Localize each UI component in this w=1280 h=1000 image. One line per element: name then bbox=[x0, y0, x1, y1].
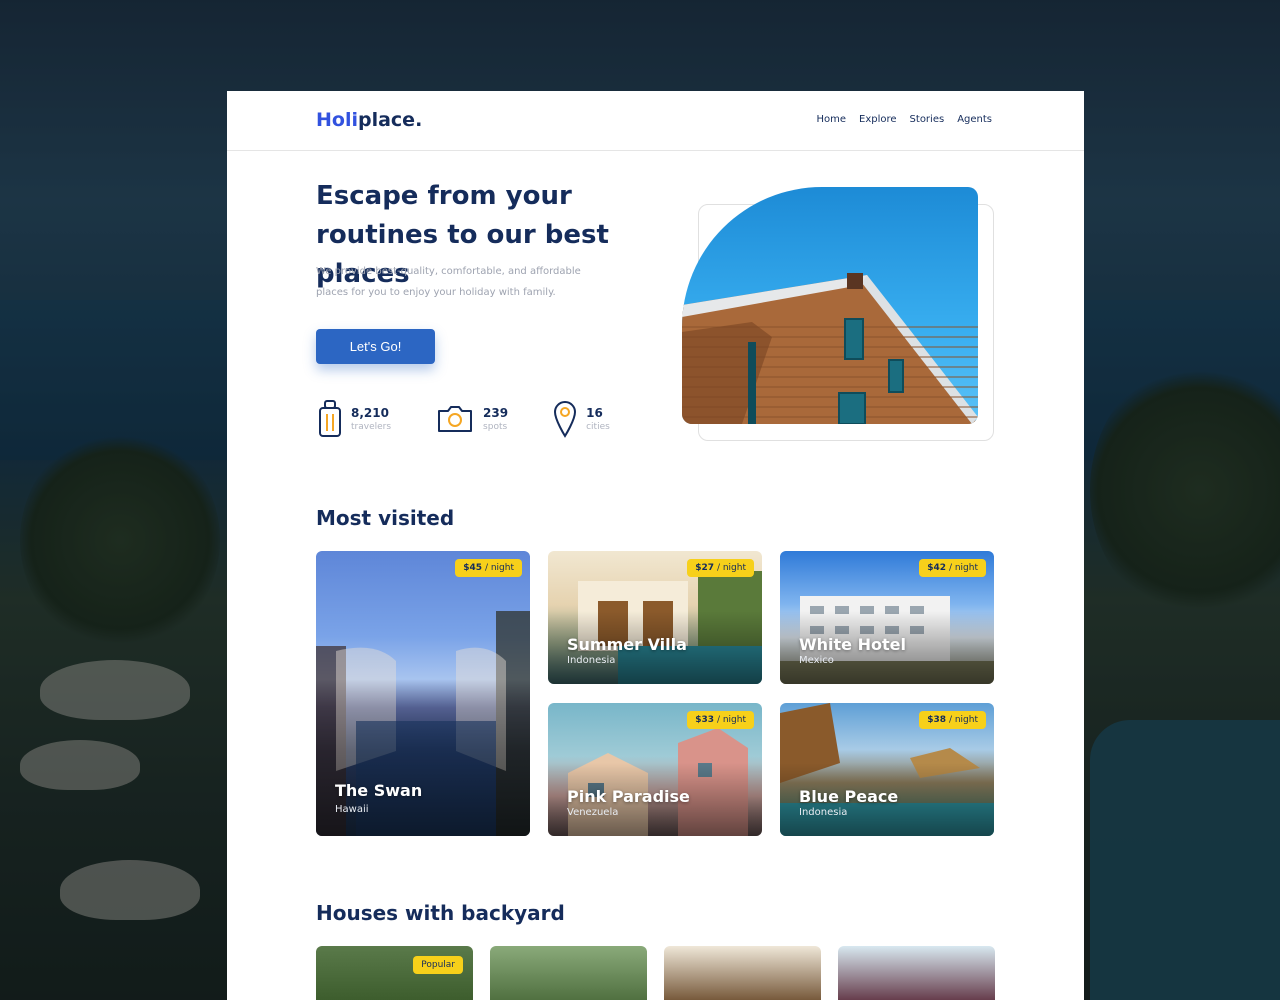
price-unit: / night bbox=[948, 563, 978, 573]
card-the-swan[interactable]: $45 / night The Swan Hawaii bbox=[316, 551, 530, 836]
card-white-hotel[interactable]: $42 / night White Hotel Mexico bbox=[780, 551, 994, 684]
nav-home[interactable]: Home bbox=[816, 114, 846, 125]
card-name: Summer Villa bbox=[567, 635, 687, 654]
card-location: Mexico bbox=[799, 655, 834, 666]
nav-stories[interactable]: Stories bbox=[910, 114, 945, 125]
house-card[interactable] bbox=[664, 946, 821, 1000]
navbar: Holiplace. Home Explore Stories Agents bbox=[227, 91, 1084, 151]
brand-logo[interactable]: Holiplace. bbox=[316, 109, 422, 131]
price-badge: $45 / night bbox=[455, 559, 522, 577]
stat-cities: 16 cities bbox=[553, 400, 610, 438]
brand-logo-part1: Holi bbox=[316, 109, 358, 131]
card-name: Blue Peace bbox=[799, 787, 899, 806]
hero-subtitle: We provide best-quality, comfortable, an… bbox=[316, 266, 581, 298]
most-visited-title: Most visited bbox=[316, 506, 455, 530]
card-summer-villa[interactable]: $27 / night Summer Villa Indonesia bbox=[548, 551, 762, 684]
price-badge: $33 / night bbox=[687, 711, 754, 729]
price-value: $27 bbox=[695, 563, 715, 573]
price-value: $38 bbox=[927, 715, 947, 725]
stat-value: 239 bbox=[483, 406, 509, 420]
price-value: $33 bbox=[695, 715, 715, 725]
stat-value: 8,210 bbox=[351, 406, 389, 420]
price-unit: / night bbox=[716, 715, 746, 725]
price-badge: $27 / night bbox=[687, 559, 754, 577]
card-name: The Swan bbox=[335, 781, 423, 800]
stat-label: spots bbox=[483, 422, 508, 432]
price-unit: / night bbox=[716, 563, 746, 573]
house-card[interactable] bbox=[490, 946, 647, 1000]
stat-spots: 239 spots bbox=[436, 400, 508, 438]
nav-explore[interactable]: Explore bbox=[859, 114, 897, 125]
stat-label: cities bbox=[586, 422, 610, 432]
landing-page: Holiplace. Home Explore Stories Agents E… bbox=[227, 91, 1084, 1000]
brand-logo-part2: place. bbox=[357, 109, 423, 131]
stat-label: travelers bbox=[351, 422, 392, 432]
map-pin-icon bbox=[554, 401, 577, 438]
house-card[interactable] bbox=[838, 946, 995, 1000]
card-location: Hawaii bbox=[335, 804, 369, 815]
price-unit: / night bbox=[484, 563, 514, 573]
houses-title: Houses with backyard bbox=[316, 901, 565, 925]
card-name: White Hotel bbox=[799, 635, 906, 654]
price-badge: $38 / night bbox=[919, 711, 986, 729]
card-blue-peace[interactable]: $38 / night Blue Peace Indonesia bbox=[780, 703, 994, 836]
hero-image-block bbox=[682, 187, 995, 441]
house-card[interactable]: Popular bbox=[316, 946, 473, 1000]
suitcase-icon bbox=[319, 400, 341, 437]
hero-stats: 8,210 travelers 239 spots 16 cities bbox=[318, 400, 610, 438]
card-name: Pink Paradise bbox=[567, 787, 690, 806]
lets-go-button[interactable]: Let's Go! bbox=[316, 329, 435, 364]
price-value: $45 bbox=[463, 563, 483, 573]
price-unit: / night bbox=[948, 715, 978, 725]
card-pink-paradise[interactable]: $33 / night Pink Paradise Venezuela bbox=[548, 703, 762, 836]
nav-agents[interactable]: Agents bbox=[957, 114, 992, 125]
popular-badge: Popular bbox=[413, 956, 463, 974]
card-location: Indonesia bbox=[799, 807, 848, 818]
price-value: $42 bbox=[927, 563, 947, 573]
nav-menu: Home Explore Stories Agents bbox=[816, 114, 992, 125]
stat-value: 16 bbox=[586, 406, 603, 420]
card-location: Venezuela bbox=[567, 807, 619, 818]
price-badge: $42 / night bbox=[919, 559, 986, 577]
card-location: Indonesia bbox=[567, 655, 616, 666]
stat-travelers: 8,210 travelers bbox=[318, 400, 391, 438]
camera-icon bbox=[438, 406, 473, 432]
